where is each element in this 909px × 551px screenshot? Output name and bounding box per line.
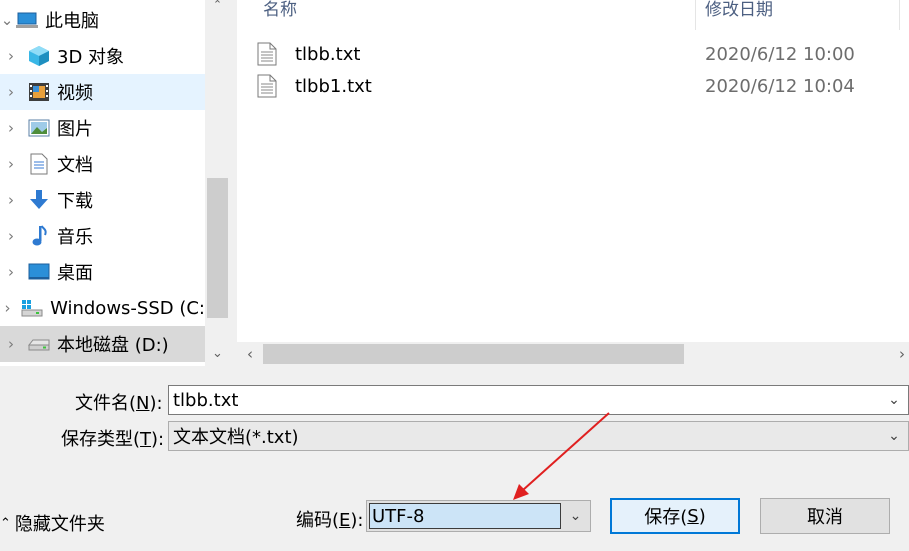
scroll-down-icon[interactable]: ⌄ [205,342,230,366]
nav-item-label: 图片 [57,119,93,140]
nav-item-local-disk-d[interactable]: › 本地磁盘 (D:) [0,326,205,362]
nav-item-desktop[interactable]: › 桌面 [0,254,205,290]
encoding-value: UTF-8 [369,503,561,529]
file-name: tlbb1.txt [295,75,372,97]
video-icon [28,81,50,103]
column-divider[interactable] [695,0,696,30]
save-label: 保存( [644,507,688,528]
nav-item-this-pc[interactable]: ⌄ 此电脑 [0,2,205,38]
download-icon [28,189,50,211]
chevron-right-icon[interactable]: › [0,47,22,65]
column-header-name[interactable]: 名称 [263,0,297,30]
chevron-right-icon[interactable]: › [0,299,15,317]
desktop-icon [28,261,50,283]
cancel-button[interactable]: 取消 [760,498,890,534]
nav-item-label: 视频 [57,83,93,104]
hide-folders-toggle[interactable]: ⌃ 隐藏文件夹 [0,510,105,536]
save-accesskey: S [687,505,699,527]
chevron-right-icon[interactable]: › [0,263,22,281]
file-modified-date: 2020/6/12 10:00 [705,43,855,65]
navigation-pane: ⌄ 此电脑 › 3D 对象 › 视频 › 图片 › 文档 › 下载 › 音乐 ›… [0,0,230,366]
file-list: 名称 修改日期 tlbb.txt 2020/6/12 10:00 tlbb1.t… [237,0,909,366]
file-name: tlbb.txt [295,43,361,65]
nav-item-3d-objects[interactable]: › 3D 对象 [0,38,205,74]
chevron-right-icon[interactable]: › [0,227,22,245]
cancel-label: 取消 [807,507,843,528]
annotation-arrow-icon [513,412,610,500]
chevron-down-icon[interactable]: ⌄ [880,392,908,408]
documents-icon [28,153,50,175]
nav-item-label: 此电脑 [45,11,99,32]
save-type-label: 保存类型(T): [61,429,165,450]
nav-item-videos[interactable]: › 视频 [0,74,205,110]
nav-item-pictures[interactable]: › 图片 [0,110,205,146]
nav-item-downloads[interactable]: › 下载 [0,182,205,218]
file-list-horizontal-scrollbar[interactable]: ‹ › [237,342,909,366]
nav-item-label: Windows-SSD (C: [50,297,205,319]
chevron-right-icon[interactable]: › [0,191,22,209]
nav-item-documents[interactable]: › 文档 [0,146,205,182]
text-file-icon [257,74,277,98]
chevron-right-icon[interactable]: › [0,335,22,353]
hide-folders-label: 隐藏文件夹 [14,514,105,535]
windows-drive-icon [21,297,43,319]
computer-icon [16,9,38,31]
chevron-right-icon[interactable]: › [0,119,22,137]
nav-item-label: 音乐 [57,227,93,248]
scrollbar-thumb[interactable] [207,178,228,318]
scroll-left-icon[interactable]: ‹ [237,342,263,366]
caret-up-icon: ⌃ [0,515,11,531]
nav-item-label: 3D 对象 [57,47,125,68]
nav-item-windows-ssd[interactable]: › Windows-SSD (C: [0,290,205,326]
nav-vertical-scrollbar[interactable]: ⌃ ⌄ [205,0,230,366]
chevron-down-icon[interactable]: ⌄ [880,428,908,444]
scroll-up-icon[interactable]: ⌃ [205,0,230,14]
file-row[interactable]: tlbb.txt 2020/6/12 10:00 [257,39,897,69]
pictures-icon [28,117,50,139]
scroll-right-icon[interactable]: › [895,342,909,366]
chevron-right-icon[interactable]: › [0,83,22,101]
encoding-select[interactable]: UTF-8 ⌄ [366,500,591,532]
file-modified-date: 2020/6/12 10:04 [705,75,855,97]
chevron-down-icon[interactable]: ⌄ [0,11,14,29]
filename-label: 文件名(N): [75,393,163,414]
save-button[interactable]: 保存(S) [610,498,740,534]
text-file-icon [257,42,277,66]
column-divider[interactable] [899,0,900,30]
nav-item-music[interactable]: › 音乐 [0,218,205,254]
chevron-down-icon[interactable]: ⌄ [561,508,590,524]
music-icon [28,225,50,247]
3d-objects-icon [28,45,50,67]
save-label-end: ) [698,505,706,527]
nav-item-label: 文档 [57,155,93,176]
nav-item-label: 桌面 [57,263,93,284]
file-row[interactable]: tlbb1.txt 2020/6/12 10:04 [257,71,897,101]
nav-item-label: 本地磁盘 (D:) [57,335,169,356]
encoding-label: 编码(E): [296,510,364,531]
local-disk-icon [28,333,50,355]
scrollbar-thumb[interactable] [263,344,684,364]
column-header-modified[interactable]: 修改日期 [705,0,773,30]
chevron-right-icon[interactable]: › [0,155,22,173]
nav-item-label: 下载 [57,191,93,212]
